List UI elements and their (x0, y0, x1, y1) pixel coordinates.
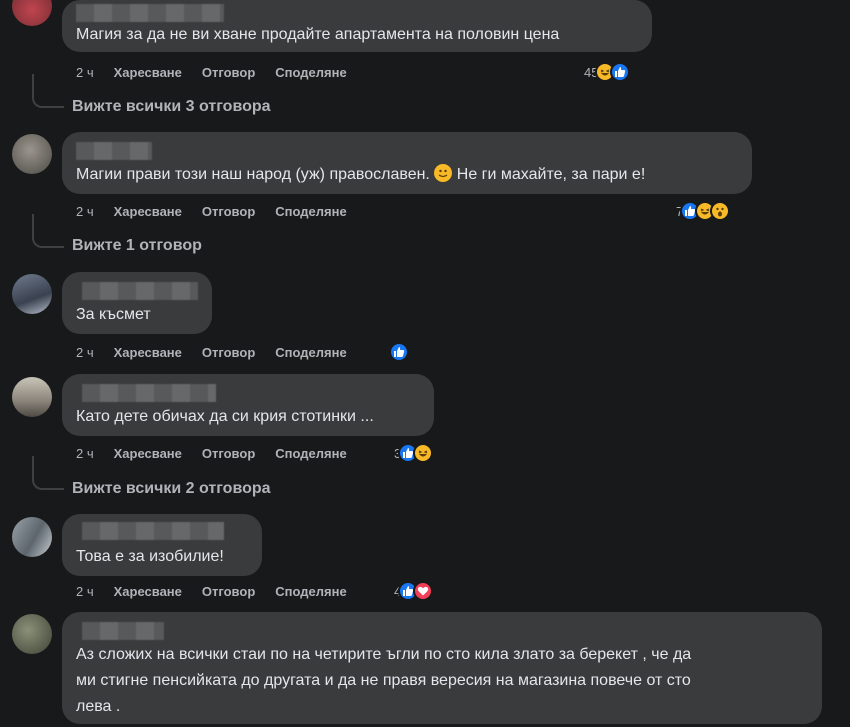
reply-button[interactable]: Отговор (202, 65, 255, 80)
like-icon (389, 342, 409, 362)
thread-connector (32, 456, 64, 490)
author-name-redacted[interactable] (76, 4, 224, 22)
haha-icon (413, 443, 434, 463)
author-name-redacted[interactable] (76, 142, 152, 160)
reaction-summary[interactable]: 7 (676, 201, 731, 221)
reply-button[interactable]: Отговор (202, 584, 255, 599)
comment-text-part: Не ги махайте, за пари е! (456, 166, 646, 183)
comment-text: Магия за да не ви хване продайте апартам… (76, 26, 560, 43)
share-button[interactable]: Споделяне (275, 345, 346, 360)
like-button[interactable]: Харесване (114, 204, 182, 219)
thread-connector (32, 74, 64, 108)
avatar[interactable] (12, 377, 52, 417)
reaction-summary[interactable]: 4 (394, 581, 434, 601)
reaction-summary[interactable] (389, 342, 409, 362)
comment-actions: 2 ч Харесване Отговор Споделяне (76, 65, 367, 80)
like-button[interactable]: Харесване (114, 446, 182, 461)
comment-time[interactable]: 2 ч (76, 65, 94, 80)
thread-connector (32, 214, 64, 248)
comment-actions: 2 ч Харесване Отговор Споделяне (76, 204, 367, 219)
comment-actions: 2 ч Харесване Отговор Споделяне (76, 345, 367, 360)
comment-text: Магии прави този наш народ (уж) правосла… (76, 162, 645, 188)
share-button[interactable]: Споделяне (275, 204, 346, 219)
like-button[interactable]: Харесване (114, 65, 182, 80)
comment-text-part: Магии прави този наш народ (уж) правосла… (76, 166, 430, 183)
reaction-summary[interactable]: 3 (394, 443, 434, 463)
comment-time[interactable]: 2 ч (76, 584, 94, 599)
comment-text-line: лева . (76, 698, 121, 715)
comment-text: Това е за изобилие! (76, 548, 224, 565)
avatar[interactable] (12, 0, 52, 26)
reply-button[interactable]: Отговор (202, 204, 255, 219)
avatar[interactable] (12, 274, 52, 314)
share-button[interactable]: Споделяне (275, 65, 346, 80)
like-button[interactable]: Харесване (114, 345, 182, 360)
avatar[interactable] (12, 134, 52, 174)
comment-actions: 2 ч Харесване Отговор Споделяне (76, 446, 367, 461)
author-name-redacted[interactable] (82, 384, 216, 402)
author-name-redacted[interactable] (82, 282, 198, 300)
comment-time[interactable]: 2 ч (76, 446, 94, 461)
comment-text: За късмет (76, 306, 151, 323)
smile-emoji-icon (434, 164, 453, 182)
reply-button[interactable]: Отговор (202, 345, 255, 360)
author-name-redacted[interactable] (82, 622, 164, 640)
comment-time[interactable]: 2 ч (76, 204, 94, 219)
like-icon (610, 62, 631, 82)
share-button[interactable]: Споделяне (275, 584, 346, 599)
avatar[interactable] (12, 614, 52, 654)
reply-button[interactable]: Отговор (202, 446, 255, 461)
comment-actions: 2 ч Харесване Отговор Споделяне (76, 584, 367, 599)
reaction-summary[interactable]: 45 (584, 62, 631, 82)
comment-text-line: Аз сложих на всички стаи по на четирите … (76, 646, 692, 663)
comment-time[interactable]: 2 ч (76, 345, 94, 360)
share-button[interactable]: Споделяне (275, 446, 346, 461)
avatar[interactable] (12, 517, 52, 557)
wow-icon (710, 201, 731, 221)
love-icon (413, 581, 434, 601)
view-replies-link[interactable]: Вижте всички 3 отговора (72, 98, 271, 116)
view-replies-link[interactable]: Вижте всички 2 отговора (72, 480, 271, 498)
comment-text-line: ми стигне пенсийката до другата и да не … (76, 672, 691, 689)
like-button[interactable]: Харесване (114, 584, 182, 599)
author-name-redacted[interactable] (82, 522, 224, 540)
comment-text: Като дете обичах да си крия стотинки ... (76, 408, 374, 425)
view-replies-link[interactable]: Вижте 1 отговор (72, 237, 202, 255)
